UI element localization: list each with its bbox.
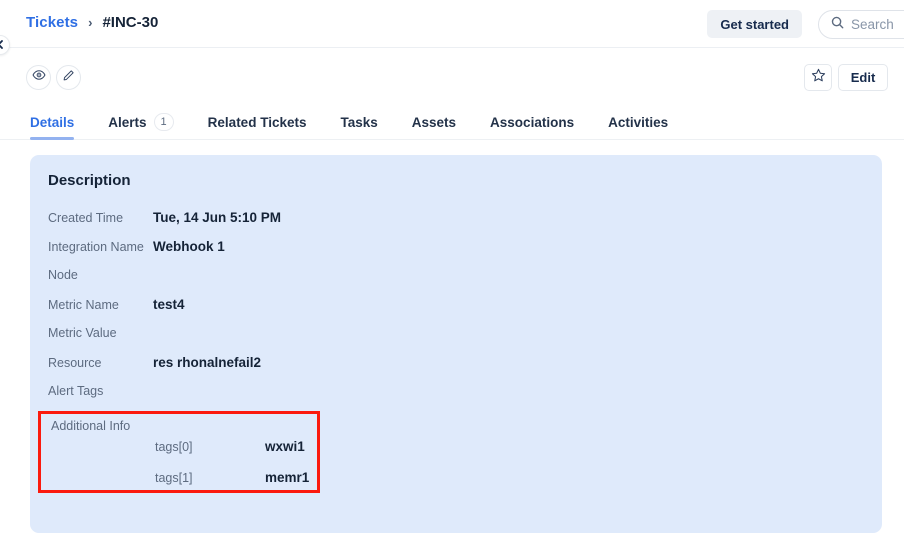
eye-icon (31, 68, 46, 87)
tab-label: Activities (608, 114, 669, 130)
field-value: Webhook 1 (153, 239, 225, 254)
additional-info-rows: tags[0] wxwi1 tags[1] memr1 (155, 439, 309, 501)
top-bar: Tickets › #INC-30 Get started Search (0, 0, 904, 55)
action-row (0, 48, 904, 104)
tab-alerts[interactable]: Alerts 1 (91, 104, 190, 140)
field-value: test4 (153, 297, 185, 312)
tab-assets[interactable]: Assets (395, 104, 473, 140)
tab-details[interactable]: Details (26, 104, 91, 140)
edit-pencil-button[interactable] (56, 65, 81, 90)
alerts-count-badge: 1 (153, 113, 174, 131)
field-label: Node (48, 268, 78, 282)
ticket-detail-page: Tickets › #INC-30 Get started Search Edi… (0, 0, 904, 554)
breadcrumb-separator-icon: › (88, 15, 93, 30)
pencil-icon (62, 69, 75, 87)
preview-button[interactable] (26, 65, 51, 90)
tab-label: Related Tickets (207, 114, 307, 130)
search-input[interactable]: Search (818, 10, 904, 39)
table-row: tags[1] memr1 (155, 470, 309, 501)
breadcrumb: Tickets › #INC-30 (26, 14, 158, 31)
edit-button[interactable]: Edit (838, 64, 888, 91)
field-label: Resource (48, 356, 102, 370)
tab-label: Tasks (340, 114, 378, 130)
field-value: res rhonalnefail2 (153, 355, 262, 370)
description-field-list: Created Time Tue, 14 Jun 5:10 PM Integra… (48, 210, 448, 413)
field-row-node: Node (48, 268, 448, 297)
field-label: Metric Name (48, 298, 119, 312)
field-row-metric-value: Metric Value (48, 326, 448, 355)
additional-info-highlight: Additional Info tags[0] wxwi1 tags[1] me… (38, 411, 320, 493)
field-label: Metric Value (48, 326, 117, 340)
tab-bar: Details Alerts 1 Related Tickets Tasks A… (0, 104, 904, 140)
tab-tasks[interactable]: Tasks (323, 104, 394, 140)
additional-info-label: Additional Info (51, 419, 131, 433)
tab-label: Assets (411, 114, 457, 130)
breadcrumb-parent-link[interactable]: Tickets (26, 14, 78, 31)
tab-label: Alerts (108, 114, 147, 130)
additional-info-value: memr1 (265, 470, 310, 485)
field-label: Alert Tags (48, 384, 104, 398)
additional-info-key: tags[0] (155, 440, 193, 454)
favorite-button[interactable] (804, 64, 832, 91)
search-placeholder: Search (851, 17, 894, 32)
field-row-metric-name: Metric Name test4 (48, 297, 448, 326)
field-row-resource: Resource res rhonalnefail2 (48, 355, 448, 384)
tab-related-tickets[interactable]: Related Tickets (191, 104, 324, 140)
field-label: Integration Name (48, 240, 144, 254)
additional-info-value: wxwi1 (265, 439, 305, 454)
tab-activities[interactable]: Activities (591, 104, 685, 140)
star-icon (811, 68, 826, 88)
tab-label: Associations (490, 114, 575, 130)
field-label: Created Time (48, 211, 124, 225)
field-row-created-time: Created Time Tue, 14 Jun 5:10 PM (48, 210, 448, 239)
search-icon (831, 16, 844, 34)
table-row: tags[0] wxwi1 (155, 439, 309, 470)
tab-label: Details (30, 114, 75, 130)
field-row-integration-name: Integration Name Webhook 1 (48, 239, 448, 268)
page-title: Description (48, 172, 131, 189)
field-value: Tue, 14 Jun 5:10 PM (153, 210, 282, 225)
get-started-button[interactable]: Get started (707, 10, 802, 38)
chevron-left-icon (0, 36, 5, 54)
breadcrumb-current: #INC-30 (102, 14, 159, 31)
tab-associations[interactable]: Associations (473, 104, 591, 140)
field-row-alert-tags: Alert Tags (48, 384, 448, 413)
additional-info-key: tags[1] (155, 471, 193, 485)
